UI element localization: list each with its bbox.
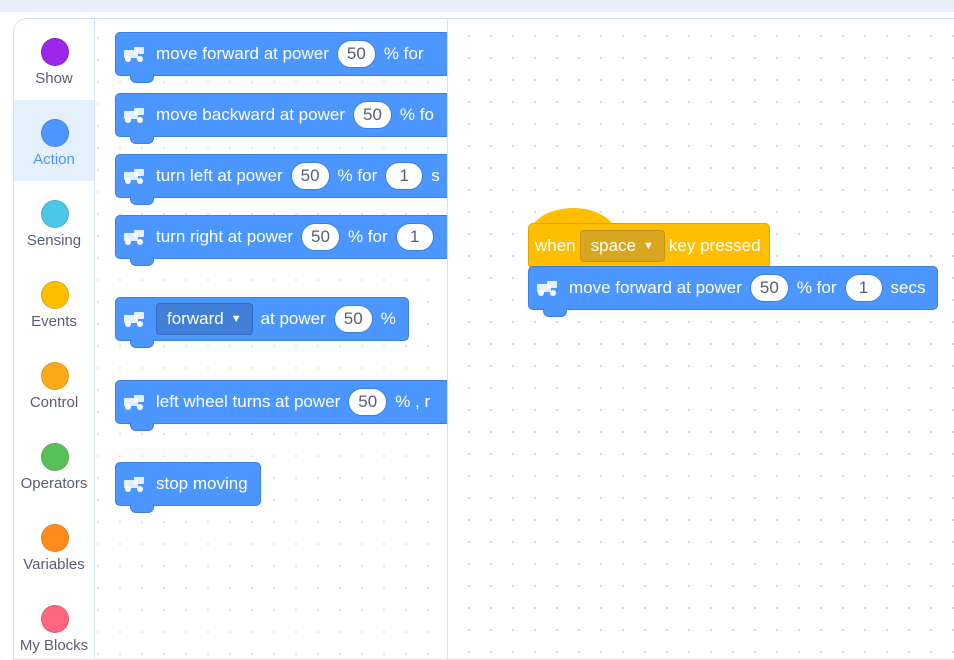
- block-palette: move forward at power 50 % for move back…: [95, 19, 447, 659]
- block-text: %: [380, 309, 396, 328]
- dropdown-value: forward: [167, 309, 224, 328]
- direction-dropdown[interactable]: forward ▼: [156, 303, 253, 335]
- power-input[interactable]: 50: [301, 223, 340, 251]
- my-blocks-color-dot-icon: [41, 605, 69, 633]
- power-input[interactable]: 50: [336, 40, 376, 68]
- block-text: stop moving: [156, 474, 248, 493]
- robot-car-icon: [537, 281, 557, 296]
- block-text: % for: [796, 278, 837, 297]
- block-text: % for: [337, 166, 378, 185]
- category-sensing[interactable]: Sensing: [14, 181, 94, 262]
- secs-input[interactable]: 1: [385, 162, 424, 190]
- block-text: key pressed: [668, 236, 761, 255]
- robot-car-icon: [124, 108, 144, 123]
- block-text: move forward at power: [569, 278, 742, 297]
- block-text: % , r: [395, 392, 431, 411]
- block-move-backward[interactable]: move backward at power 50 % fo: [115, 93, 447, 144]
- block-text: at power: [260, 309, 326, 328]
- block-text: turn right at power: [156, 227, 294, 246]
- block-text: turn left at power: [156, 166, 283, 185]
- editor-shell: Show Action Sensing Events Control Opera…: [13, 18, 954, 660]
- key-dropdown[interactable]: space ▼: [579, 230, 665, 262]
- block-text: move backward at power: [156, 105, 345, 124]
- block-text: % for: [383, 44, 424, 63]
- robot-car-icon: [124, 395, 144, 410]
- block-direction-at-power[interactable]: forward ▼ at power 50 %: [115, 297, 409, 348]
- events-color-dot-icon: [41, 281, 69, 309]
- block-left-wheel[interactable]: left wheel turns at power 50 % , r: [115, 380, 447, 431]
- block-text: left wheel turns at power: [156, 392, 341, 411]
- category-label: Events: [31, 313, 77, 330]
- block-move-forward[interactable]: move forward at power 50 % for: [115, 32, 447, 83]
- category-my-blocks[interactable]: My Blocks: [14, 586, 94, 659]
- category-label: Variables: [23, 556, 85, 573]
- block-text: move forward at power: [156, 44, 329, 63]
- power-input[interactable]: 50: [352, 101, 392, 129]
- block-text: % fo: [399, 105, 434, 124]
- category-label: Operators: [20, 475, 88, 492]
- robot-car-icon: [124, 477, 144, 492]
- category-events[interactable]: Events: [14, 262, 94, 343]
- category-show[interactable]: Show: [14, 19, 94, 100]
- action-color-dot-icon: [41, 119, 69, 147]
- control-color-dot-icon: [41, 362, 69, 390]
- top-strip: [0, 0, 954, 12]
- category-label: Sensing: [26, 232, 82, 249]
- category-label: Control: [29, 394, 79, 411]
- power-input[interactable]: 50: [290, 162, 330, 190]
- block-text: secs: [890, 278, 926, 297]
- block-text: when: [535, 236, 576, 255]
- script-workspace[interactable]: when space ▼ key pressed move forward at…: [448, 19, 954, 659]
- robot-car-icon: [124, 47, 144, 62]
- category-label: Action: [33, 151, 75, 168]
- category-menu: Show Action Sensing Events Control Opera…: [14, 19, 95, 659]
- block-text: % for: [347, 227, 388, 246]
- block-stop-moving[interactable]: stop moving: [115, 462, 261, 513]
- variables-color-dot-icon: [41, 524, 69, 552]
- power-input[interactable]: 50: [749, 274, 789, 302]
- secs-input[interactable]: 1: [844, 274, 883, 302]
- robot-car-icon: [124, 312, 144, 327]
- category-label: My Blocks: [19, 637, 89, 654]
- category-control[interactable]: Control: [14, 343, 94, 424]
- dropdown-value: space: [590, 236, 637, 255]
- category-operators[interactable]: Operators: [14, 424, 94, 505]
- power-input[interactable]: 50: [333, 305, 373, 333]
- robot-car-icon: [124, 169, 144, 184]
- chevron-down-icon: ▼: [643, 240, 654, 252]
- category-label: Show: [35, 70, 73, 87]
- category-action[interactable]: Action: [14, 100, 94, 181]
- sensing-color-dot-icon: [41, 200, 69, 228]
- block-move-forward-script[interactable]: move forward at power 50 % for 1 secs: [528, 266, 939, 317]
- show-color-dot-icon: [41, 38, 69, 66]
- operators-color-dot-icon: [41, 443, 69, 471]
- block-turn-left[interactable]: turn left at power 50 % for 1 s: [115, 154, 447, 205]
- block-turn-right[interactable]: turn right at power 50 % for 1: [115, 215, 447, 266]
- power-input[interactable]: 50: [348, 388, 388, 416]
- block-when-key-pressed[interactable]: when space ▼ key pressed: [528, 223, 770, 269]
- secs-input[interactable]: 1: [395, 223, 434, 251]
- block-text: s: [431, 166, 440, 185]
- robot-car-icon: [124, 230, 144, 245]
- category-variables[interactable]: Variables: [14, 505, 94, 586]
- chevron-down-icon: ▼: [230, 313, 242, 325]
